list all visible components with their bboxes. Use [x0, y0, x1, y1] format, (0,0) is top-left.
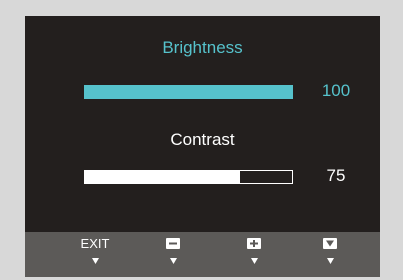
brightness-slider[interactable]: [84, 85, 293, 99]
minus-icon: [166, 238, 180, 249]
plus-down-arrow-icon: [229, 258, 279, 264]
monitor-osd: Brightness 100 Contrast 75 EXIT: [0, 0, 403, 280]
contrast-label: Contrast: [170, 130, 235, 149]
brightness-slider-fill: [85, 86, 292, 98]
brightness-label: Brightness: [162, 38, 243, 57]
contrast-slider[interactable]: [84, 170, 293, 184]
down-button[interactable]: [305, 232, 355, 277]
exit-down-arrow-icon: [70, 258, 120, 264]
plus-button[interactable]: [229, 232, 279, 277]
contrast-slider-fill: [85, 171, 241, 183]
brightness-value: 100: [321, 81, 351, 100]
osd-panel: Brightness 100 Contrast 75: [25, 16, 380, 232]
plus-icon: [247, 238, 261, 249]
minus-button[interactable]: [148, 232, 198, 277]
exit-button[interactable]: EXIT: [70, 232, 120, 277]
down-triangle-icon: [323, 238, 337, 249]
minus-down-arrow-icon: [148, 258, 198, 264]
contrast-value: 75: [326, 166, 346, 185]
down-down-arrow-icon: [305, 258, 355, 264]
exit-label: EXIT: [80, 236, 110, 251]
osd-button-guide: EXIT: [25, 232, 380, 277]
